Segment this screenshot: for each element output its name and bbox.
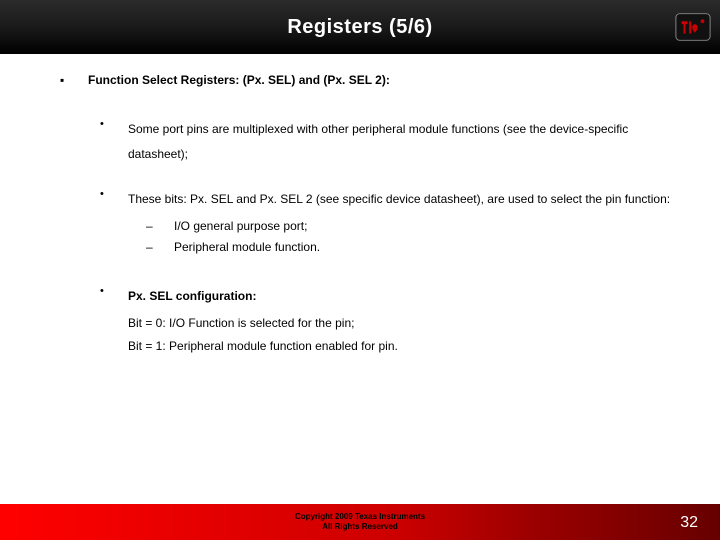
ti-logo-icon [674, 8, 712, 46]
lvl3-text: Peripheral module function. [174, 239, 320, 256]
bullet-lvl2: • These bits: Px. SEL and Px. SEL 2 (see… [100, 187, 690, 212]
disc-bullet-icon: • [100, 117, 112, 167]
page-number: 32 [680, 514, 698, 532]
bullet-lvl1: ▪ Function Select Registers: (Px. SEL) a… [60, 72, 690, 89]
disc-bullet-icon: • [100, 187, 112, 212]
lvl2-text: Some port pins are multiplexed with othe… [128, 117, 690, 167]
dash-bullet-icon: – [146, 218, 158, 235]
bullet-lvl3: – Peripheral module function. [146, 239, 690, 256]
square-bullet-icon: ▪ [60, 72, 72, 89]
bullet-lvl2: • Px. SEL configuration: [100, 284, 690, 309]
lvl2-text: These bits: Px. SEL and Px. SEL 2 (see s… [128, 187, 670, 212]
copyright-text: Copyright 2009 Texas Instruments All Rig… [295, 512, 425, 531]
footer-bar: Copyright 2009 Texas Instruments All Rig… [0, 504, 720, 540]
bullet-lvl2: • Some port pins are multiplexed with ot… [100, 117, 690, 167]
copyright-line2: All Rights Reserved [322, 522, 398, 531]
title-bar: Registers (5/6) [0, 0, 720, 54]
lvl2-text: Px. SEL configuration: [128, 284, 256, 309]
disc-bullet-icon: • [100, 284, 112, 309]
config-line: Bit = 1: Peripheral module function enab… [128, 338, 690, 355]
copyright-line1: Copyright 2009 Texas Instruments [295, 512, 425, 521]
config-line: Bit = 0: I/O Function is selected for th… [128, 315, 690, 332]
dash-bullet-icon: – [146, 239, 158, 256]
slide: Registers (5/6) ▪ Function Select Regist… [0, 0, 720, 540]
slide-title: Registers (5/6) [287, 16, 432, 39]
lvl3-text: I/O general purpose port; [174, 218, 307, 235]
slide-body: ▪ Function Select Registers: (Px. SEL) a… [0, 54, 720, 355]
lvl1-text: Function Select Registers: (Px. SEL) and… [88, 72, 390, 89]
bullet-lvl3: – I/O general purpose port; [146, 218, 690, 235]
